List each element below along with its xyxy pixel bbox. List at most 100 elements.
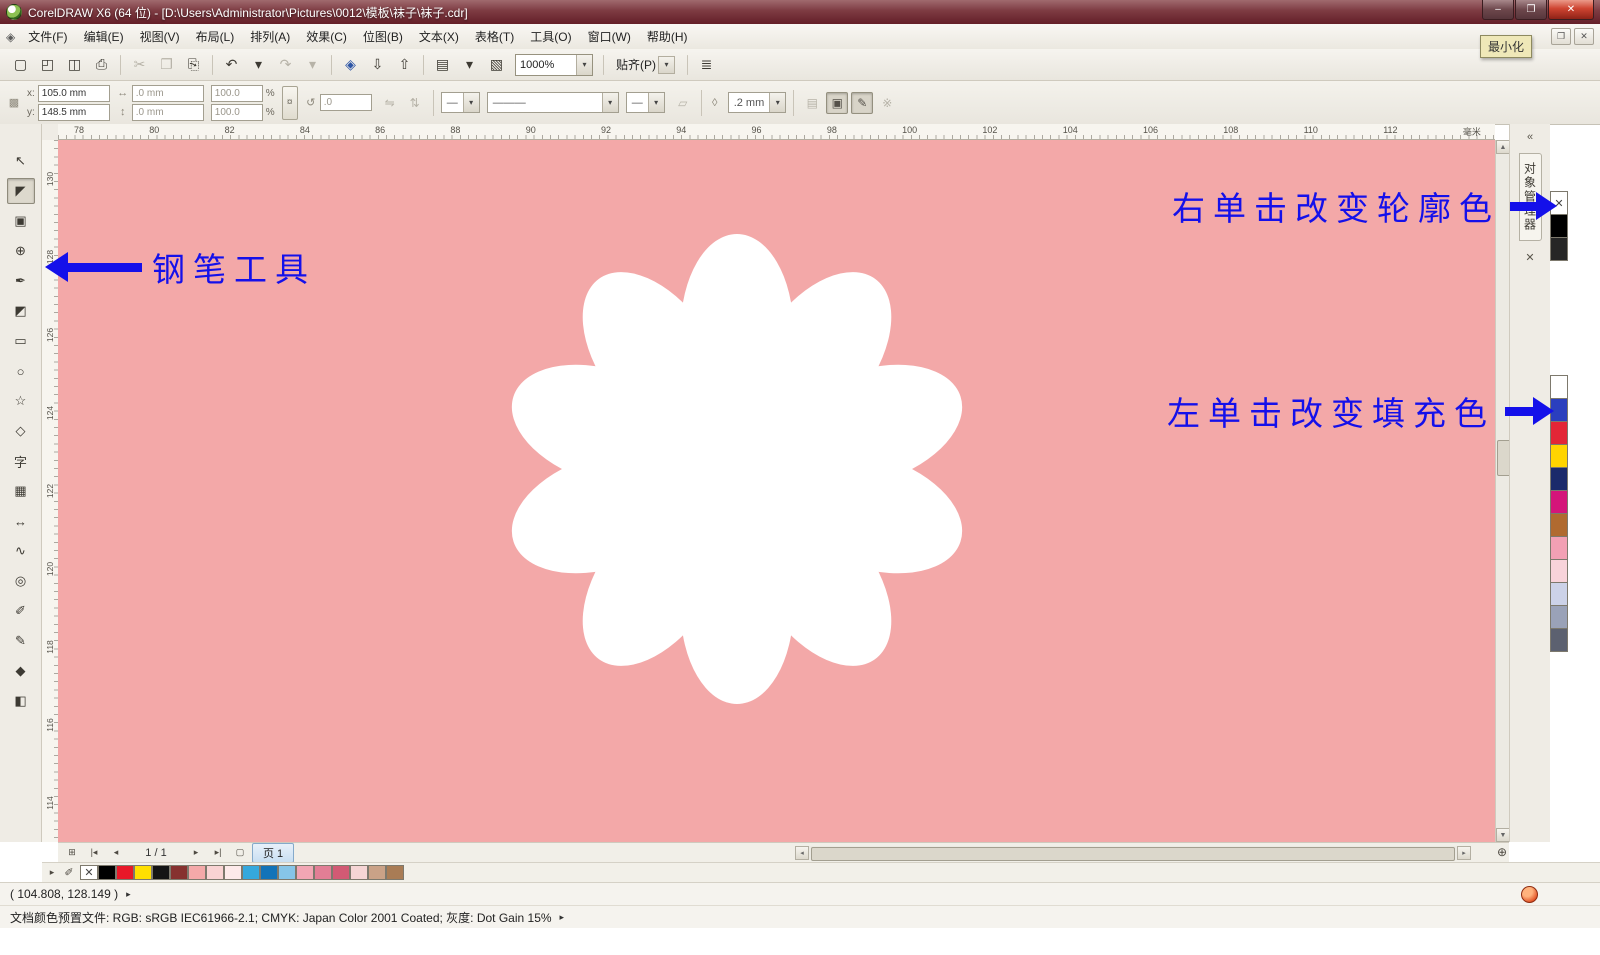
crop-tool[interactable]: ▣ (7, 208, 35, 234)
no-color-swatch[interactable] (80, 865, 98, 880)
doc-color-swatch[interactable] (314, 865, 332, 880)
doc-color-swatch[interactable] (188, 865, 206, 880)
color-swatch[interactable] (1550, 582, 1568, 606)
zoom-level-input[interactable] (516, 57, 576, 73)
export-icon[interactable]: ⇧ (392, 53, 417, 77)
doc-color-swatch[interactable] (242, 865, 260, 880)
doc-color-swatch[interactable] (206, 865, 224, 880)
color-swatch[interactable] (1550, 628, 1568, 652)
doc-color-swatch[interactable] (170, 865, 188, 880)
menu-item[interactable]: 工具(O) (522, 24, 579, 49)
color-swatch[interactable] (1550, 536, 1568, 560)
menu-item[interactable]: 位图(B) (355, 24, 411, 49)
pen-tool[interactable]: ✒ (7, 268, 35, 294)
add-page-icon[interactable]: ⊞ (62, 845, 82, 861)
doc-color-swatch[interactable] (116, 865, 134, 880)
scroll-left-icon[interactable]: ◂ (795, 846, 809, 860)
color-swatch[interactable] (1550, 513, 1568, 537)
undo-dropdown-icon[interactable]: ▾ (246, 53, 271, 77)
polygon-tool[interactable]: ☆ (7, 388, 35, 414)
eyedropper-tool[interactable]: ✐ (7, 598, 35, 624)
doc-color-swatch[interactable] (260, 865, 278, 880)
interactive-fill-tool[interactable]: ◧ (7, 688, 35, 714)
save-icon[interactable]: ◫ (62, 53, 87, 77)
cut-icon[interactable]: ✂ (127, 53, 152, 77)
chevron-down-icon[interactable]: ▾ (769, 93, 785, 112)
menu-item[interactable]: 布局(L) (188, 24, 243, 49)
minimize-button[interactable]: – (1482, 0, 1514, 20)
mirror-vertical-button[interactable]: ⇅ (404, 92, 426, 114)
new-document-icon[interactable]: ▢ (8, 53, 33, 77)
app-launcher-dropdown-icon[interactable]: ▾ (457, 53, 482, 77)
menu-item[interactable]: 编辑(E) (76, 24, 132, 49)
copy-icon[interactable]: ❐ (154, 53, 179, 77)
redo-dropdown-icon[interactable]: ▾ (300, 53, 325, 77)
color-swatch[interactable] (1550, 421, 1568, 445)
shape-tool[interactable]: ◤ (7, 178, 35, 204)
options-icon[interactable]: ≣ (694, 53, 719, 77)
object-height-field[interactable] (132, 104, 204, 121)
pick-tool[interactable]: ↖ (7, 148, 35, 174)
doc-color-swatch[interactable] (368, 865, 386, 880)
menu-item[interactable]: 排列(A) (242, 24, 298, 49)
page-tab[interactable]: 页 1 (252, 843, 294, 863)
color-swatch[interactable] (1550, 490, 1568, 514)
navigator-zoom-icon[interactable]: ⊕ (1497, 845, 1507, 859)
welcome-screen-icon[interactable]: ▧ (484, 53, 509, 77)
horizontal-scroll-thumb[interactable] (811, 847, 1455, 861)
object-width-field[interactable] (132, 85, 204, 102)
vertical-scrollbar[interactable]: ▲ ▼ (1495, 140, 1510, 842)
palette-flyout-icon[interactable]: ▸ (46, 867, 58, 878)
document-close-button[interactable]: ✕ (1574, 28, 1594, 45)
reduce-nodes-button[interactable]: ※ (876, 92, 898, 114)
basic-shapes-tool[interactable]: ◇ (7, 418, 35, 444)
open-icon[interactable]: ◰ (35, 53, 60, 77)
menu-item[interactable]: 窗口(W) (580, 24, 639, 49)
doc-color-swatch[interactable] (224, 865, 242, 880)
doc-color-swatch[interactable] (98, 865, 116, 880)
text-wrap-button[interactable]: ▤ (801, 92, 823, 114)
object-y-field[interactable] (38, 104, 110, 121)
doc-color-swatch[interactable] (134, 865, 152, 880)
lock-ratio-button[interactable]: ¤ (282, 86, 298, 120)
chevron-down-icon[interactable]: ▾ (576, 55, 592, 75)
ellipse-tool[interactable]: ○ (7, 358, 35, 384)
dimension-tool[interactable]: ↔ (7, 508, 35, 534)
undo-icon[interactable]: ↶ (219, 53, 244, 77)
color-swatch[interactable] (1550, 605, 1568, 629)
redo-icon[interactable]: ↷ (273, 53, 298, 77)
white-fill-swatch[interactable] (1550, 375, 1568, 399)
doc-color-swatch[interactable] (278, 865, 296, 880)
paste-icon[interactable]: ⎘ (181, 53, 206, 77)
last-page-icon[interactable]: ▸| (208, 845, 228, 861)
smart-fill-tool[interactable]: ◩ (7, 298, 35, 324)
menu-item[interactable]: 效果(C) (298, 24, 355, 49)
scale-v-field[interactable] (211, 104, 263, 121)
fill-tool[interactable]: ◆ (7, 658, 35, 684)
scroll-right-icon[interactable]: ▸ (1457, 846, 1471, 860)
doc-color-swatch[interactable] (296, 865, 314, 880)
doc-color-swatch[interactable] (152, 865, 170, 880)
import-icon[interactable]: ⇩ (365, 53, 390, 77)
first-page-icon[interactable]: |◂ (84, 845, 104, 861)
flower-shape[interactable] (502, 234, 972, 704)
color-swatch[interactable] (1550, 237, 1568, 261)
text-tool[interactable]: 字 (7, 448, 35, 474)
menu-item[interactable]: 文本(X) (411, 24, 467, 49)
outline-pen-tool[interactable]: ✎ (7, 628, 35, 654)
connector-tool[interactable]: ∿ (7, 538, 35, 564)
expander-icon[interactable]: ▸ (560, 912, 565, 923)
menu-item[interactable]: 视图(V) (132, 24, 188, 49)
chevron-down-icon[interactable]: ▾ (658, 56, 675, 74)
snap-to-button[interactable]: 贴齐(P) ▾ (610, 54, 681, 76)
object-x-field[interactable] (38, 85, 110, 102)
outline-width-select[interactable]: .2 mm ▾ (728, 92, 787, 113)
print-icon[interactable]: ⎙ (89, 53, 114, 77)
close-button[interactable]: ✕ (1548, 0, 1594, 20)
document-restore-button[interactable]: ❐ (1551, 28, 1571, 45)
doc-color-swatch[interactable] (350, 865, 368, 880)
scroll-up-icon[interactable]: ▲ (1496, 140, 1510, 154)
scale-h-field[interactable] (211, 85, 263, 102)
chevron-down-icon[interactable]: ▾ (648, 93, 664, 112)
scroll-down-icon[interactable]: ▼ (1496, 828, 1510, 842)
